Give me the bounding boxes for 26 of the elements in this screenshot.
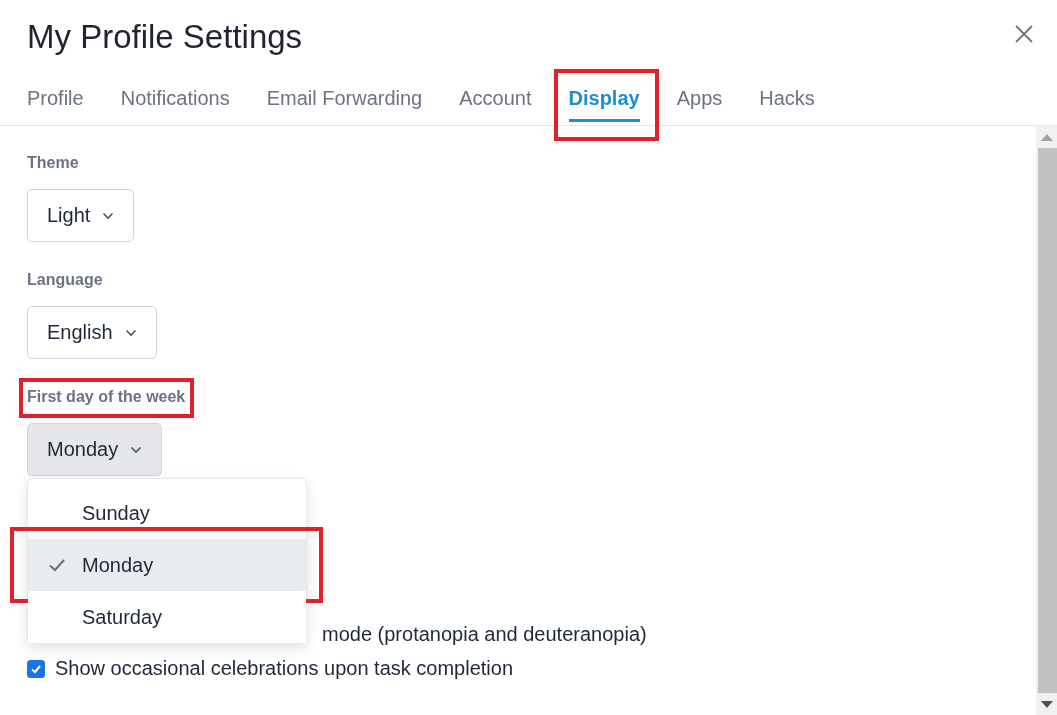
scroll-down-icon[interactable] (1040, 700, 1053, 708)
option-label: mode (protanopia and deuteranopia) (322, 623, 647, 646)
menu-option[interactable]: Sunday (28, 487, 306, 539)
chevron-down-icon (124, 328, 137, 337)
dropdown-select[interactable]: English (27, 306, 157, 359)
chevron-down-icon (102, 211, 115, 220)
window-title: My Profile Settings (27, 17, 303, 57)
field-label: First day of the week (27, 388, 186, 406)
field-label: Language (27, 271, 103, 289)
tab[interactable]: Hacks (759, 77, 815, 122)
checkbox[interactable] (27, 659, 45, 678)
tab[interactable]: Notifications (120, 77, 230, 122)
tab[interactable]: Display (568, 77, 640, 122)
option-label: Show occasional celebrations upon task completion (55, 657, 514, 680)
tab[interactable]: Profile (27, 77, 84, 122)
field-label: Theme (27, 154, 79, 172)
scrollbar[interactable] (1036, 126, 1057, 715)
scrollbar-thumb[interactable] (1038, 148, 1057, 693)
dropdown-select[interactable]: Light (27, 189, 135, 242)
menu-option[interactable]: Saturday (28, 591, 306, 643)
tab[interactable]: Email Forwarding (266, 77, 423, 122)
dropdown-select[interactable]: Monday (27, 423, 163, 476)
tab[interactable]: Apps (676, 77, 723, 122)
chevron-down-icon (130, 445, 143, 454)
tab[interactable]: Account (459, 77, 532, 122)
menu-option[interactable]: Monday (28, 539, 306, 591)
